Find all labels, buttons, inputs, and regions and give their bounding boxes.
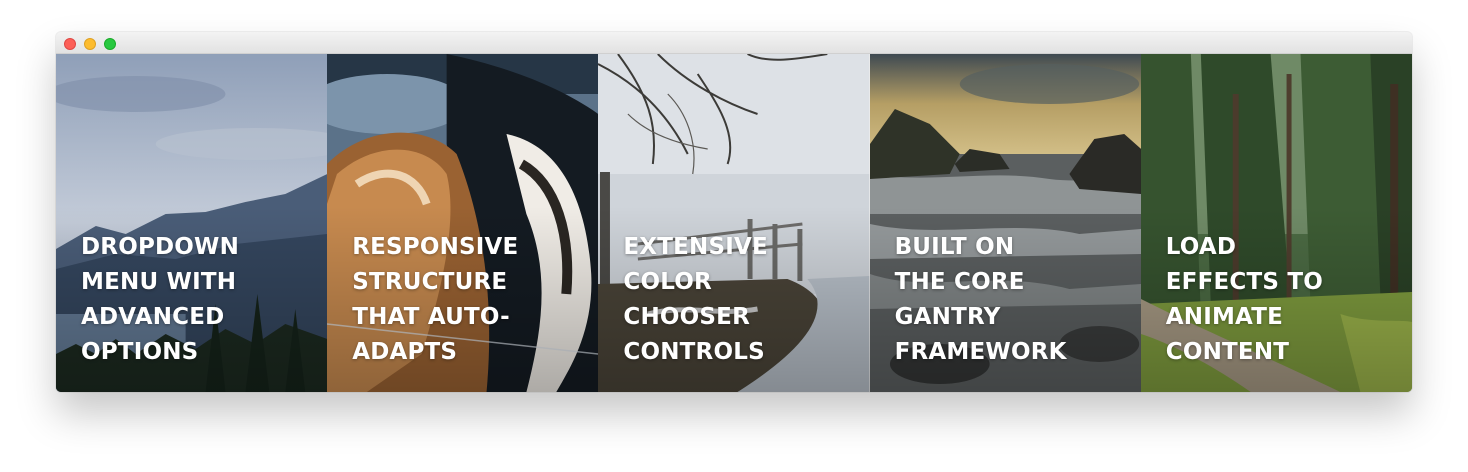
feature-panels: DROPDOWN MENU WITH ADVANCED OPTIONS RESP… bbox=[56, 54, 1412, 392]
feature-panel-dropdown-menu[interactable]: DROPDOWN MENU WITH ADVANCED OPTIONS bbox=[56, 54, 328, 392]
close-window-button[interactable] bbox=[64, 38, 76, 50]
feature-panel-gantry-framework[interactable]: BUILT ON THE CORE GANTRY FRAMEWORK bbox=[869, 54, 1141, 392]
maximize-window-button[interactable] bbox=[104, 38, 116, 50]
feature-panel-color-chooser[interactable]: EXTENSIVE COLOR CHOOSER CONTROLS bbox=[598, 54, 870, 392]
feature-caption: RESPONSIVE STRUCTURE THAT AUTO- ADAPTS bbox=[352, 234, 519, 365]
feature-caption: LOAD EFFECTS TO ANIMATE CONTENT bbox=[1165, 234, 1323, 365]
browser-window: DROPDOWN MENU WITH ADVANCED OPTIONS RESP… bbox=[56, 32, 1412, 392]
window-titlebar bbox=[56, 32, 1412, 54]
feature-caption: DROPDOWN MENU WITH ADVANCED OPTIONS bbox=[81, 234, 240, 365]
feature-panel-responsive-structure[interactable]: RESPONSIVE STRUCTURE THAT AUTO- ADAPTS bbox=[327, 54, 599, 392]
minimize-window-button[interactable] bbox=[84, 38, 96, 50]
feature-caption: BUILT ON THE CORE GANTRY FRAMEWORK bbox=[894, 234, 1067, 365]
feature-caption: EXTENSIVE COLOR CHOOSER CONTROLS bbox=[623, 234, 768, 365]
feature-panel-load-effects[interactable]: LOAD EFFECTS TO ANIMATE CONTENT bbox=[1140, 54, 1412, 392]
